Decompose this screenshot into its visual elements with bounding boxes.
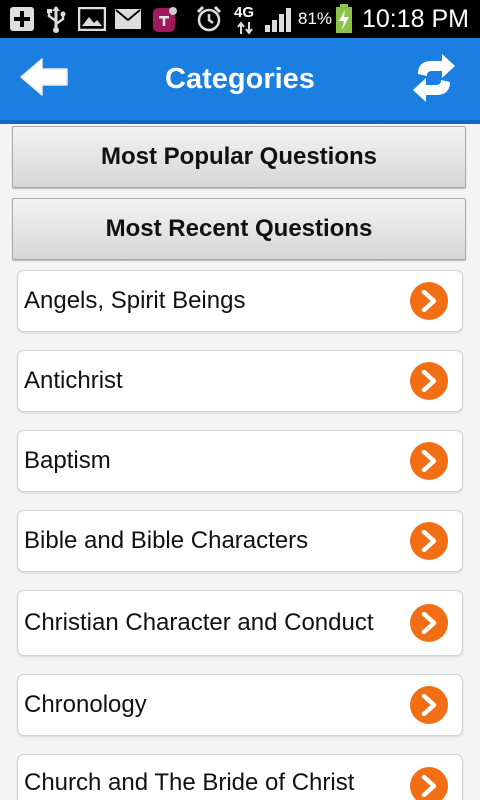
category-label: Chronology xyxy=(24,691,147,718)
categories-list: Most Popular Questions Most Recent Quest… xyxy=(0,124,480,800)
category-item-angels-spirit-beings[interactable]: Angels, Spirit Beings xyxy=(17,270,463,332)
chevron-right-icon xyxy=(410,362,448,400)
chevron-right-icon xyxy=(410,442,448,480)
data-arrows-icon xyxy=(234,20,256,36)
most-recent-questions-button[interactable]: Most Recent Questions xyxy=(12,198,466,260)
mail-icon xyxy=(113,0,143,38)
gallery-icon xyxy=(77,0,107,38)
tmobile-icon xyxy=(150,0,180,38)
most-popular-questions-button[interactable]: Most Popular Questions xyxy=(12,126,466,188)
battery-charging-icon xyxy=(333,0,355,38)
category-item-baptism[interactable]: Baptism xyxy=(17,430,463,492)
category-item-antichrist[interactable]: Antichrist xyxy=(17,350,463,412)
clock: 10:18 PM xyxy=(362,5,470,33)
chevron-right-icon xyxy=(410,686,448,724)
category-item-chronology[interactable]: Chronology xyxy=(17,674,463,736)
category-label: Antichrist xyxy=(24,367,123,394)
category-label: Baptism xyxy=(24,447,111,474)
add-notification-icon xyxy=(6,0,38,38)
alarm-icon xyxy=(194,0,224,38)
category-item-christian-character-and-conduct[interactable]: Christian Character and Conduct xyxy=(17,590,463,656)
category-label: Christian Character and Conduct xyxy=(24,609,374,636)
chevron-right-icon xyxy=(410,282,448,320)
category-label: Bible and Bible Characters xyxy=(24,527,309,554)
refresh-icon xyxy=(410,52,458,109)
status-bar: 4G 81% 10:18 PM xyxy=(0,0,480,38)
category-item-bible-and-bible-characters[interactable]: Bible and Bible Characters xyxy=(17,510,463,572)
signal-icon xyxy=(262,0,296,38)
chevron-right-icon xyxy=(410,604,448,642)
refresh-button[interactable] xyxy=(404,52,464,108)
battery-percent: 81% xyxy=(298,9,333,28)
category-item-church-and-the-bride-of-christ[interactable]: Church and The Bride of Christ xyxy=(17,754,463,800)
category-label: Church and The Bride of Christ xyxy=(24,769,355,796)
chevron-right-icon xyxy=(410,767,448,800)
app-bar: Categories xyxy=(0,38,480,124)
usb-icon xyxy=(42,0,70,38)
chevron-right-icon xyxy=(410,522,448,560)
category-label: Angels, Spirit Beings xyxy=(24,287,246,314)
